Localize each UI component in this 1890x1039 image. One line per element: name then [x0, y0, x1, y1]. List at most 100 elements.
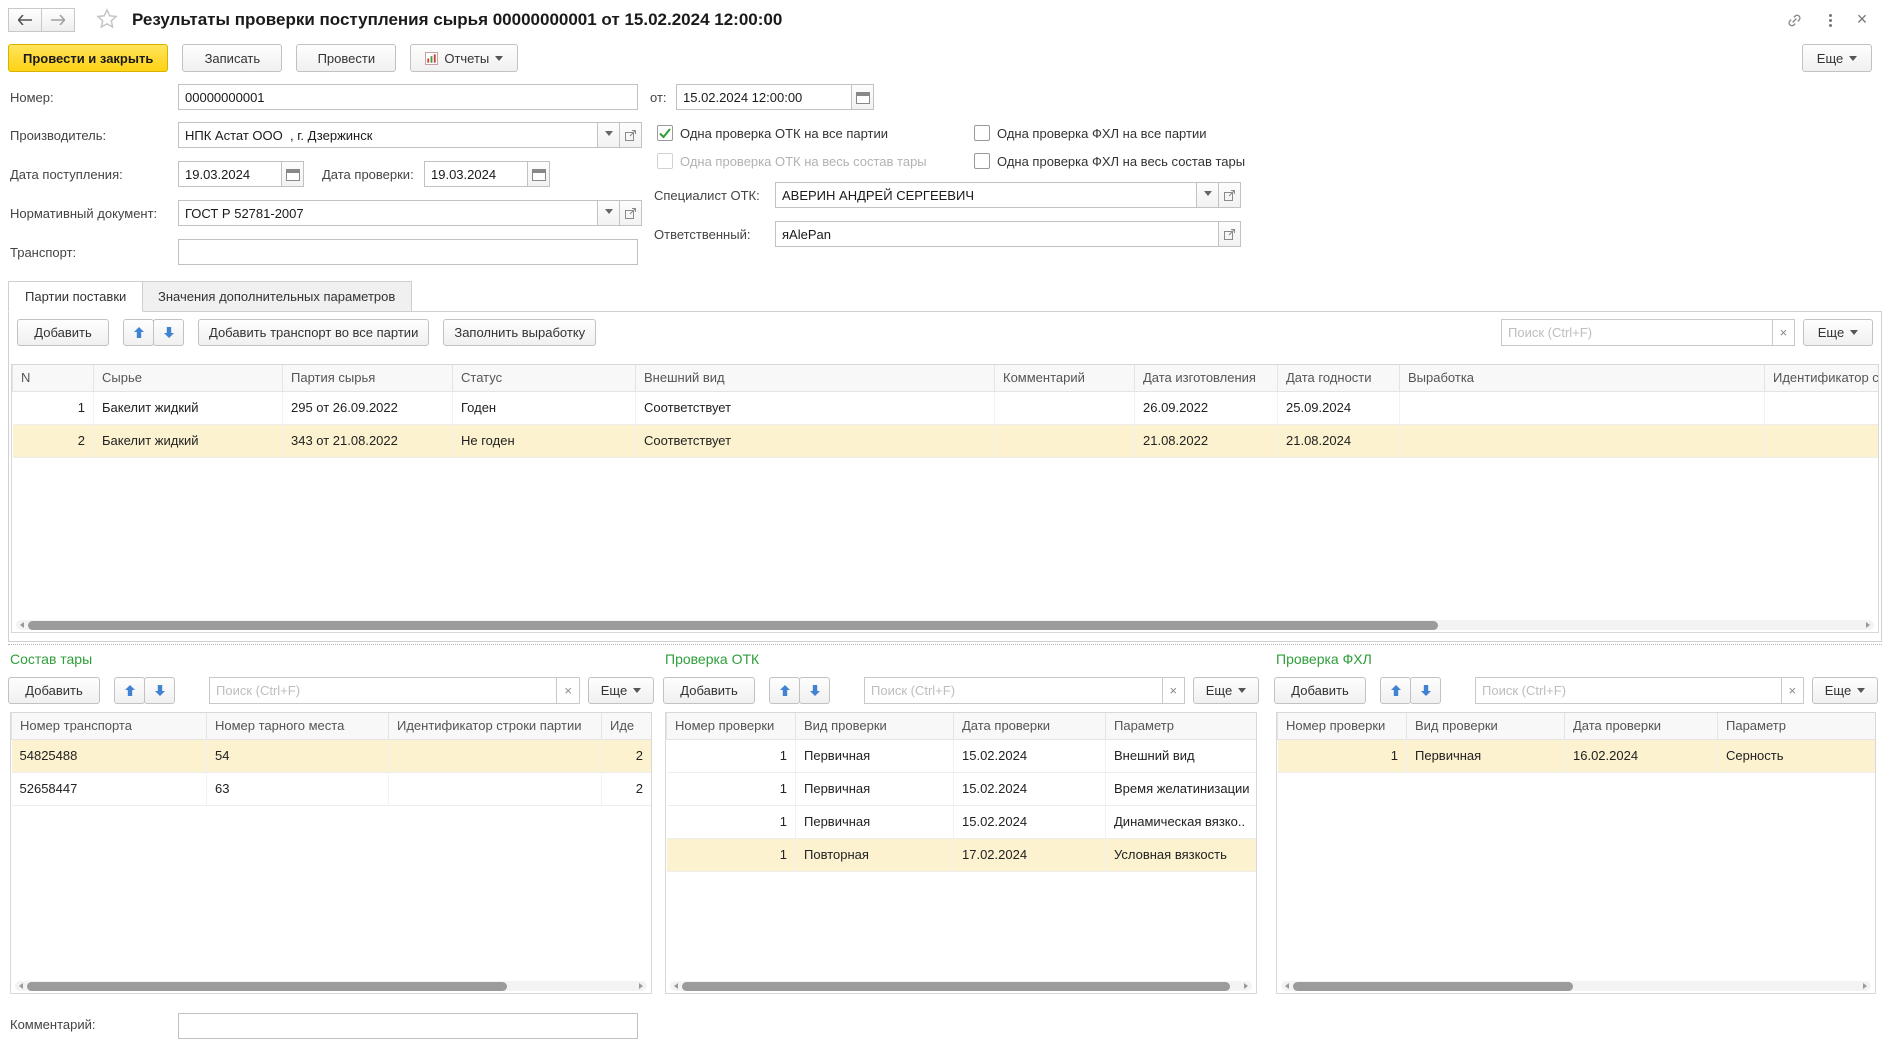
h-scrollbar[interactable] [15, 981, 647, 991]
move-up-button[interactable] [769, 677, 800, 704]
search-input[interactable] [1476, 678, 1781, 703]
column-header[interactable]: Статус [453, 365, 636, 391]
table-cell[interactable]: 21.08.2022 [1135, 424, 1278, 457]
h-scrollbar[interactable] [670, 981, 1252, 991]
manufacturer-input[interactable] [179, 123, 597, 147]
responsible-input[interactable] [776, 222, 1218, 246]
table-row[interactable]: 1Первичная15.02.2024Внешний вид [667, 739, 1257, 772]
table-cell[interactable] [1765, 424, 1880, 457]
move-down-button[interactable] [144, 677, 175, 704]
more-button-tare[interactable]: Еще [588, 677, 654, 704]
tab-extra-params[interactable]: Значения дополнительных параметров [141, 281, 412, 312]
add-transport-button[interactable]: Добавить транспорт во все партии [198, 319, 429, 346]
more-button-top[interactable]: Еще [1802, 44, 1872, 72]
column-header[interactable]: Параметр [1106, 713, 1257, 739]
table-cell[interactable]: 26.09.2022 [1135, 391, 1278, 424]
table-row[interactable]: 1Первичная15.02.2024Динамическая вязко.. [667, 805, 1257, 838]
table-cell[interactable]: 2 [602, 772, 652, 805]
scroll-left-arrow[interactable] [671, 983, 678, 989]
column-header[interactable]: Идентификатор с [1765, 365, 1880, 391]
checkbox-fhl-all-tare[interactable]: Одна проверка ФХЛ на весь состав тары [974, 153, 1245, 169]
table-row[interactable]: 1Первичная16.02.2024Серность [1278, 739, 1876, 772]
dropdown-button[interactable] [597, 201, 619, 225]
post-and-close-button[interactable]: Провести и закрыть [8, 44, 168, 72]
table-cell[interactable]: Годен [453, 391, 636, 424]
calendar-icon[interactable] [851, 85, 873, 109]
clear-search-button[interactable]: × [1781, 678, 1803, 703]
scroll-right-arrow[interactable] [1244, 983, 1251, 989]
scroll-right-arrow[interactable] [1863, 983, 1870, 989]
scroll-right-arrow[interactable] [1866, 622, 1873, 628]
table-cell[interactable]: Первичная [796, 739, 954, 772]
checkbox-fhl-all-batches[interactable]: Одна проверка ФХЛ на все партии [974, 125, 1206, 141]
column-header[interactable]: Партия сырья [283, 365, 453, 391]
splitter[interactable] [8, 644, 1882, 645]
table-cell[interactable]: 1 [667, 772, 796, 805]
column-header[interactable]: Вид проверки [796, 713, 954, 739]
table-cell[interactable]: Бакелит жидкий [94, 391, 283, 424]
table-cell[interactable]: 2 [602, 739, 652, 772]
column-header[interactable]: Дата проверки [1565, 713, 1718, 739]
table-row[interactable]: 52658447632 [12, 772, 652, 805]
scroll-left-arrow[interactable] [16, 983, 23, 989]
link-icon[interactable] [1782, 8, 1806, 32]
column-header[interactable]: Дата проверки [954, 713, 1106, 739]
table-cell[interactable]: 1 [667, 838, 796, 871]
table-cell[interactable]: 25.09.2024 [1278, 391, 1400, 424]
scroll-left-arrow[interactable] [17, 622, 24, 628]
search-input[interactable] [210, 678, 556, 703]
checkbox-box[interactable] [657, 153, 673, 169]
write-button[interactable]: Записать [182, 44, 282, 72]
number-input[interactable] [178, 84, 638, 110]
back-button[interactable] [8, 8, 42, 32]
table-cell[interactable]: 54825488 [12, 739, 207, 772]
column-header[interactable]: Внешний вид [636, 365, 995, 391]
clear-search-button[interactable]: × [556, 678, 579, 703]
table-cell[interactable]: Не годен [453, 424, 636, 457]
h-scrollbar[interactable] [16, 620, 1874, 630]
column-header[interactable]: Номер транспорта [12, 713, 207, 739]
column-header[interactable]: Комментарий [995, 365, 1135, 391]
normative-doc-input[interactable] [179, 201, 597, 225]
reports-button[interactable]: Отчеты [410, 44, 518, 72]
table-cell[interactable]: 15.02.2024 [954, 805, 1106, 838]
column-header[interactable]: Вид проверки [1407, 713, 1565, 739]
scrollbar-thumb[interactable] [682, 982, 1230, 991]
table-cell[interactable]: 63 [207, 772, 389, 805]
open-button[interactable] [619, 201, 641, 225]
table-cell[interactable]: 15.02.2024 [954, 772, 1106, 805]
add-button[interactable]: Добавить [17, 319, 109, 346]
table-cell[interactable]: Первичная [1407, 739, 1565, 772]
table-cell[interactable]: Условная вязкость [1106, 838, 1257, 871]
table-cell[interactable]: 343 от 21.08.2022 [283, 424, 453, 457]
checkbox-box[interactable] [974, 153, 990, 169]
clear-search-button[interactable]: × [1162, 678, 1184, 703]
table-cell[interactable]: Повторная [796, 838, 954, 871]
move-up-button[interactable] [123, 319, 154, 346]
date-from-input[interactable] [677, 85, 851, 109]
add-button[interactable]: Добавить [8, 677, 100, 704]
move-down-button[interactable] [799, 677, 830, 704]
table-cell[interactable]: 21.08.2024 [1278, 424, 1400, 457]
table-cell[interactable]: 15.02.2024 [954, 739, 1106, 772]
otk-specialist-input[interactable] [776, 183, 1196, 207]
table-cell[interactable]: Время желатинизации [1106, 772, 1257, 805]
open-button[interactable] [619, 123, 641, 147]
check-date-input[interactable] [425, 162, 527, 186]
table-cell[interactable]: 1 [1278, 739, 1407, 772]
table-cell[interactable]: Серность [1718, 739, 1876, 772]
forward-button[interactable] [41, 8, 75, 32]
table-cell[interactable]: 1 [13, 391, 94, 424]
table-cell[interactable]: 54 [207, 739, 389, 772]
table-cell[interactable]: Первичная [796, 805, 954, 838]
more-button-batches[interactable]: Еще [1803, 319, 1873, 346]
table-cell[interactable]: Внешний вид [1106, 739, 1257, 772]
table-cell[interactable] [995, 424, 1135, 457]
table-cell[interactable]: Соответствует [636, 424, 995, 457]
post-button[interactable]: Провести [296, 44, 396, 72]
fill-output-button[interactable]: Заполнить выработку [443, 319, 596, 346]
calendar-icon[interactable] [281, 162, 303, 186]
table-cell[interactable] [1765, 391, 1880, 424]
add-button[interactable]: Добавить [1274, 677, 1366, 704]
scroll-right-arrow[interactable] [639, 983, 646, 989]
